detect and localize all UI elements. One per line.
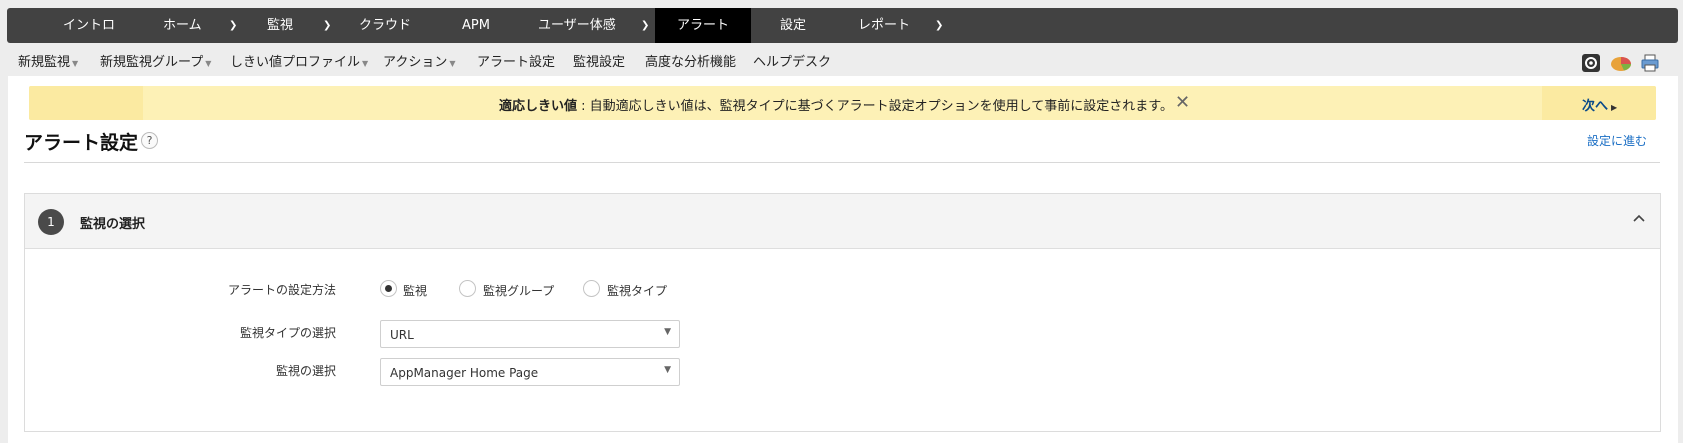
settings-icon[interactable] — [1581, 53, 1601, 73]
caret-down-icon: ▼ — [449, 59, 456, 68]
help-icon[interactable]: ? — [141, 132, 158, 149]
monitor-value: AppManager Home Page — [390, 366, 539, 380]
subnav-helpdesk[interactable]: ヘルプデスク — [753, 51, 831, 70]
top-nav-alerts[interactable]: アラート — [655, 8, 751, 43]
monitor-type-select[interactable]: URL ▼ — [380, 320, 680, 348]
subnav-new-monitor-group[interactable]: 新規監視グループ ▼ — [100, 51, 211, 70]
monitor-select-label: 監視の選択 — [275, 364, 336, 378]
subnav-advanced-analytics[interactable]: 高度な分析機能 — [645, 51, 736, 70]
step-badge: 1 — [38, 209, 64, 235]
radio-monitor-group-label[interactable]: 監視グループ — [483, 282, 554, 299]
top-nav-monitors[interactable]: 監視 — [267, 8, 293, 43]
monitor-selection-section: 1 監視の選択 アラートの設定方法 監視 監視グループ 監視タイプ 監視タイプの… — [24, 193, 1661, 432]
caret-right-icon: ▶ — [1611, 103, 1618, 112]
banner-next-button[interactable]: 次へ ▶ — [1582, 95, 1617, 114]
subnav-label: アクション — [383, 55, 448, 70]
caret-down-icon: ▼ — [205, 59, 212, 68]
banner-next-label: 次へ — [1582, 99, 1609, 114]
monitor-type-value: URL — [390, 328, 414, 342]
monitor-select[interactable]: AppManager Home Page ▼ — [380, 358, 680, 386]
top-nav-apm[interactable]: APM — [462, 8, 490, 43]
banner-title: 適応しきい値 — [499, 99, 578, 114]
top-nav-user-experience[interactable]: ユーザー体感 — [538, 8, 616, 43]
pie-chart-icon[interactable] — [1610, 53, 1631, 73]
subnav-label: 新規監視グループ — [100, 55, 204, 70]
top-nav-cloud[interactable]: クラウド — [359, 8, 411, 43]
caret-down-icon: ▼ — [362, 59, 369, 68]
info-banner: 適応しきい値 : 自動適応しきい値は、監視タイプに基づくアラート設定オプションを… — [29, 86, 1656, 120]
radio-monitor-label[interactable]: 監視 — [403, 282, 427, 299]
home-chevron-down-icon[interactable]: ❯ — [229, 8, 237, 43]
sub-nav: 新規監視 ▼ 新規監視グループ ▼ しきい値プロファイル ▼ アクション ▼ アラート設… — [0, 46, 1683, 76]
banner-text: 自動適応しきい値は、監視タイプに基づくアラート設定オプションを使用して事前に設定… — [589, 99, 1173, 114]
dropdown-arrow-icon: ▼ — [664, 365, 671, 375]
section-title: 監視の選択 — [80, 217, 146, 232]
banner-separator: : — [577, 99, 590, 114]
subnav-threshold-profile[interactable]: しきい値プロファイル ▼ — [230, 51, 368, 70]
section-header[interactable]: 1 監視の選択 — [25, 194, 1660, 249]
top-nav: イントロ ホーム ❯ 監視 ❯ クラウド APM ユーザー体感 ❯ アラート 設… — [7, 8, 1678, 43]
top-nav-home[interactable]: ホーム — [163, 8, 202, 43]
radio-monitor-group[interactable] — [459, 280, 476, 297]
monitors-chevron-down-icon[interactable]: ❯ — [323, 8, 331, 43]
monitor-type-label: 監視タイプの選択 — [239, 326, 336, 340]
radio-monitor-type-label[interactable]: 監視タイプ — [607, 282, 667, 299]
printer-icon[interactable] — [1640, 53, 1660, 73]
radio-monitor[interactable] — [380, 280, 397, 297]
subnav-monitor-settings[interactable]: 監視設定 — [573, 51, 625, 70]
reports-chevron-down-icon[interactable]: ❯ — [935, 8, 943, 43]
subnav-alert-settings[interactable]: アラート設定 — [477, 51, 555, 70]
banner-message: 適応しきい値 : 自動適応しきい値は、監視タイプに基づくアラート設定オプションを… — [499, 95, 1173, 114]
top-nav-settings[interactable]: 設定 — [780, 8, 806, 43]
subnav-label: しきい値プロファイル — [230, 55, 361, 70]
subnav-actions[interactable]: アクション ▼ — [383, 51, 456, 70]
page-title: アラート設定 — [24, 132, 139, 154]
user-experience-chevron-down-icon[interactable]: ❯ — [641, 8, 649, 43]
radio-monitor-type[interactable] — [583, 280, 600, 297]
caret-down-icon: ▼ — [72, 59, 79, 68]
chevron-up-icon[interactable] — [1631, 210, 1647, 230]
top-nav-reports[interactable]: レポート — [858, 8, 910, 43]
dropdown-arrow-icon: ▼ — [664, 327, 671, 337]
divider — [24, 162, 1660, 163]
goto-settings-link[interactable]: 設定に進む — [1587, 132, 1647, 149]
banner-left-shade — [29, 86, 143, 120]
subnav-label: 新規監視 — [18, 55, 71, 70]
alert-method-label: アラートの設定方法 — [227, 283, 336, 297]
subnav-new-monitor[interactable]: 新規監視 ▼ — [18, 51, 78, 70]
banner-close-icon[interactable]: ✕ — [1175, 92, 1190, 113]
top-nav-intro[interactable]: イントロ — [63, 8, 115, 43]
